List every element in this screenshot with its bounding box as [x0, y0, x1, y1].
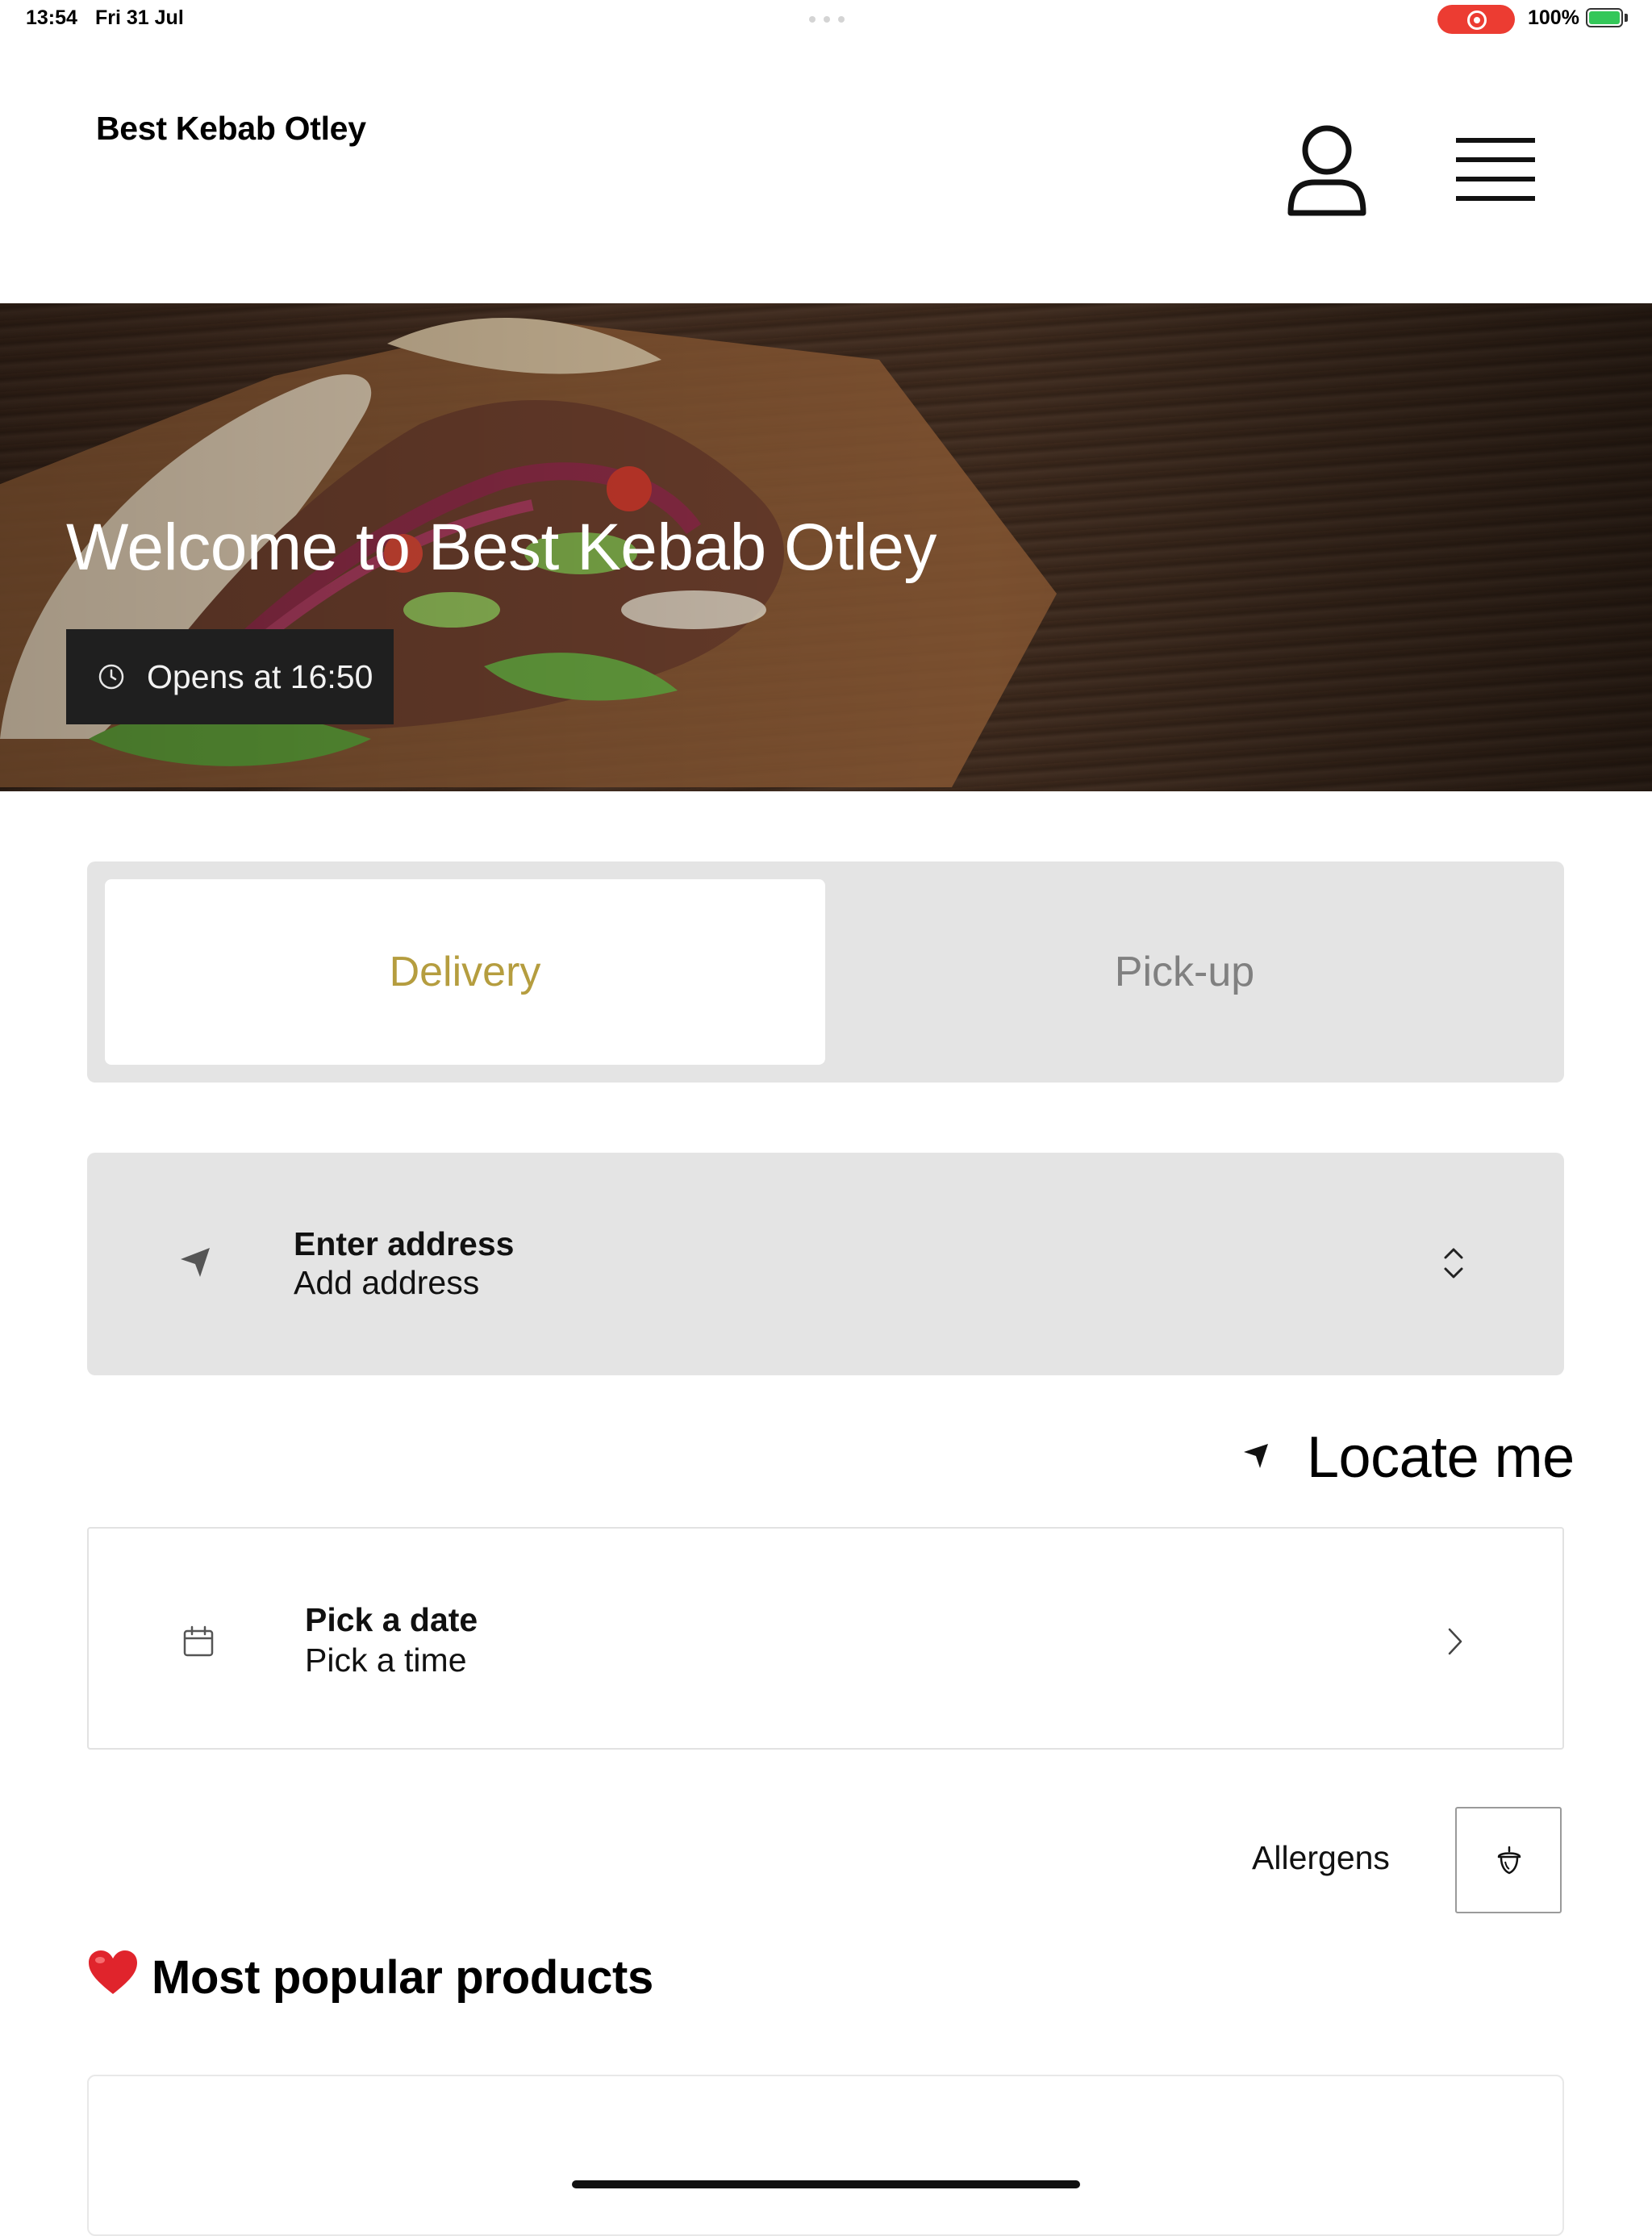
clock-icon [98, 664, 124, 690]
address-subtitle: Add address [294, 1264, 480, 1301]
screen-recording-indicator[interactable] [1437, 5, 1515, 34]
allergens-label: Allergens [1252, 1839, 1390, 1876]
acorn-icon [1497, 1846, 1521, 1875]
person-icon [1287, 125, 1366, 216]
navigation-arrow-icon [181, 1248, 210, 1277]
product-card[interactable] [87, 2075, 1564, 2236]
chevron-updown-icon [1444, 1248, 1463, 1279]
battery-percentage: 100% [1528, 6, 1579, 29]
heart-icon [89, 1950, 137, 1994]
allergens-button[interactable] [1455, 1807, 1562, 1913]
account-button[interactable] [1283, 123, 1371, 219]
location-arrow-icon [1244, 1444, 1268, 1468]
home-indicator[interactable] [572, 2180, 1080, 2188]
opening-status-text: Opens at 16:50 [147, 657, 373, 695]
schedule-title: Pick a date [305, 1601, 478, 1638]
schedule-selector[interactable]: Pick a date Pick a time [87, 1527, 1564, 1750]
status-bar: 13:54 Fri 31 Jul 100% [0, 0, 1652, 39]
battery-icon [1586, 8, 1623, 27]
locate-me-label: Locate me [1307, 1425, 1575, 1490]
hero-title: Welcome to Best Kebab Otley [66, 511, 937, 584]
menu-button[interactable] [1456, 133, 1550, 206]
tab-delivery[interactable]: Delivery [105, 879, 825, 1065]
order-mode-toggle: Delivery Pick-up [87, 861, 1564, 1083]
popular-products-heading: Most popular products [152, 1951, 654, 2004]
site-title[interactable]: Best Kebab Otley [96, 110, 366, 148]
schedule-subtitle: Pick a time [305, 1642, 467, 1679]
status-time: 13:54 [26, 6, 77, 29]
calendar-icon [183, 1625, 214, 1657]
status-date: Fri 31 Jul [95, 6, 184, 29]
address-selector[interactable]: Enter address Add address [87, 1153, 1564, 1375]
hamburger-menu-icon [1456, 138, 1535, 201]
address-title: Enter address [294, 1225, 515, 1262]
site-header [0, 39, 1652, 303]
hero-banner: Welcome to Best Kebab Otley Opens at 16:… [0, 303, 1652, 791]
opening-status-badge: Opens at 16:50 [66, 629, 394, 724]
tab-pickup[interactable]: Pick-up [824, 879, 1545, 1065]
multitasking-dots[interactable] [809, 16, 845, 23]
locate-me-button[interactable]: Locate me [1242, 1421, 1575, 1490]
chevron-right-icon [1448, 1628, 1462, 1655]
